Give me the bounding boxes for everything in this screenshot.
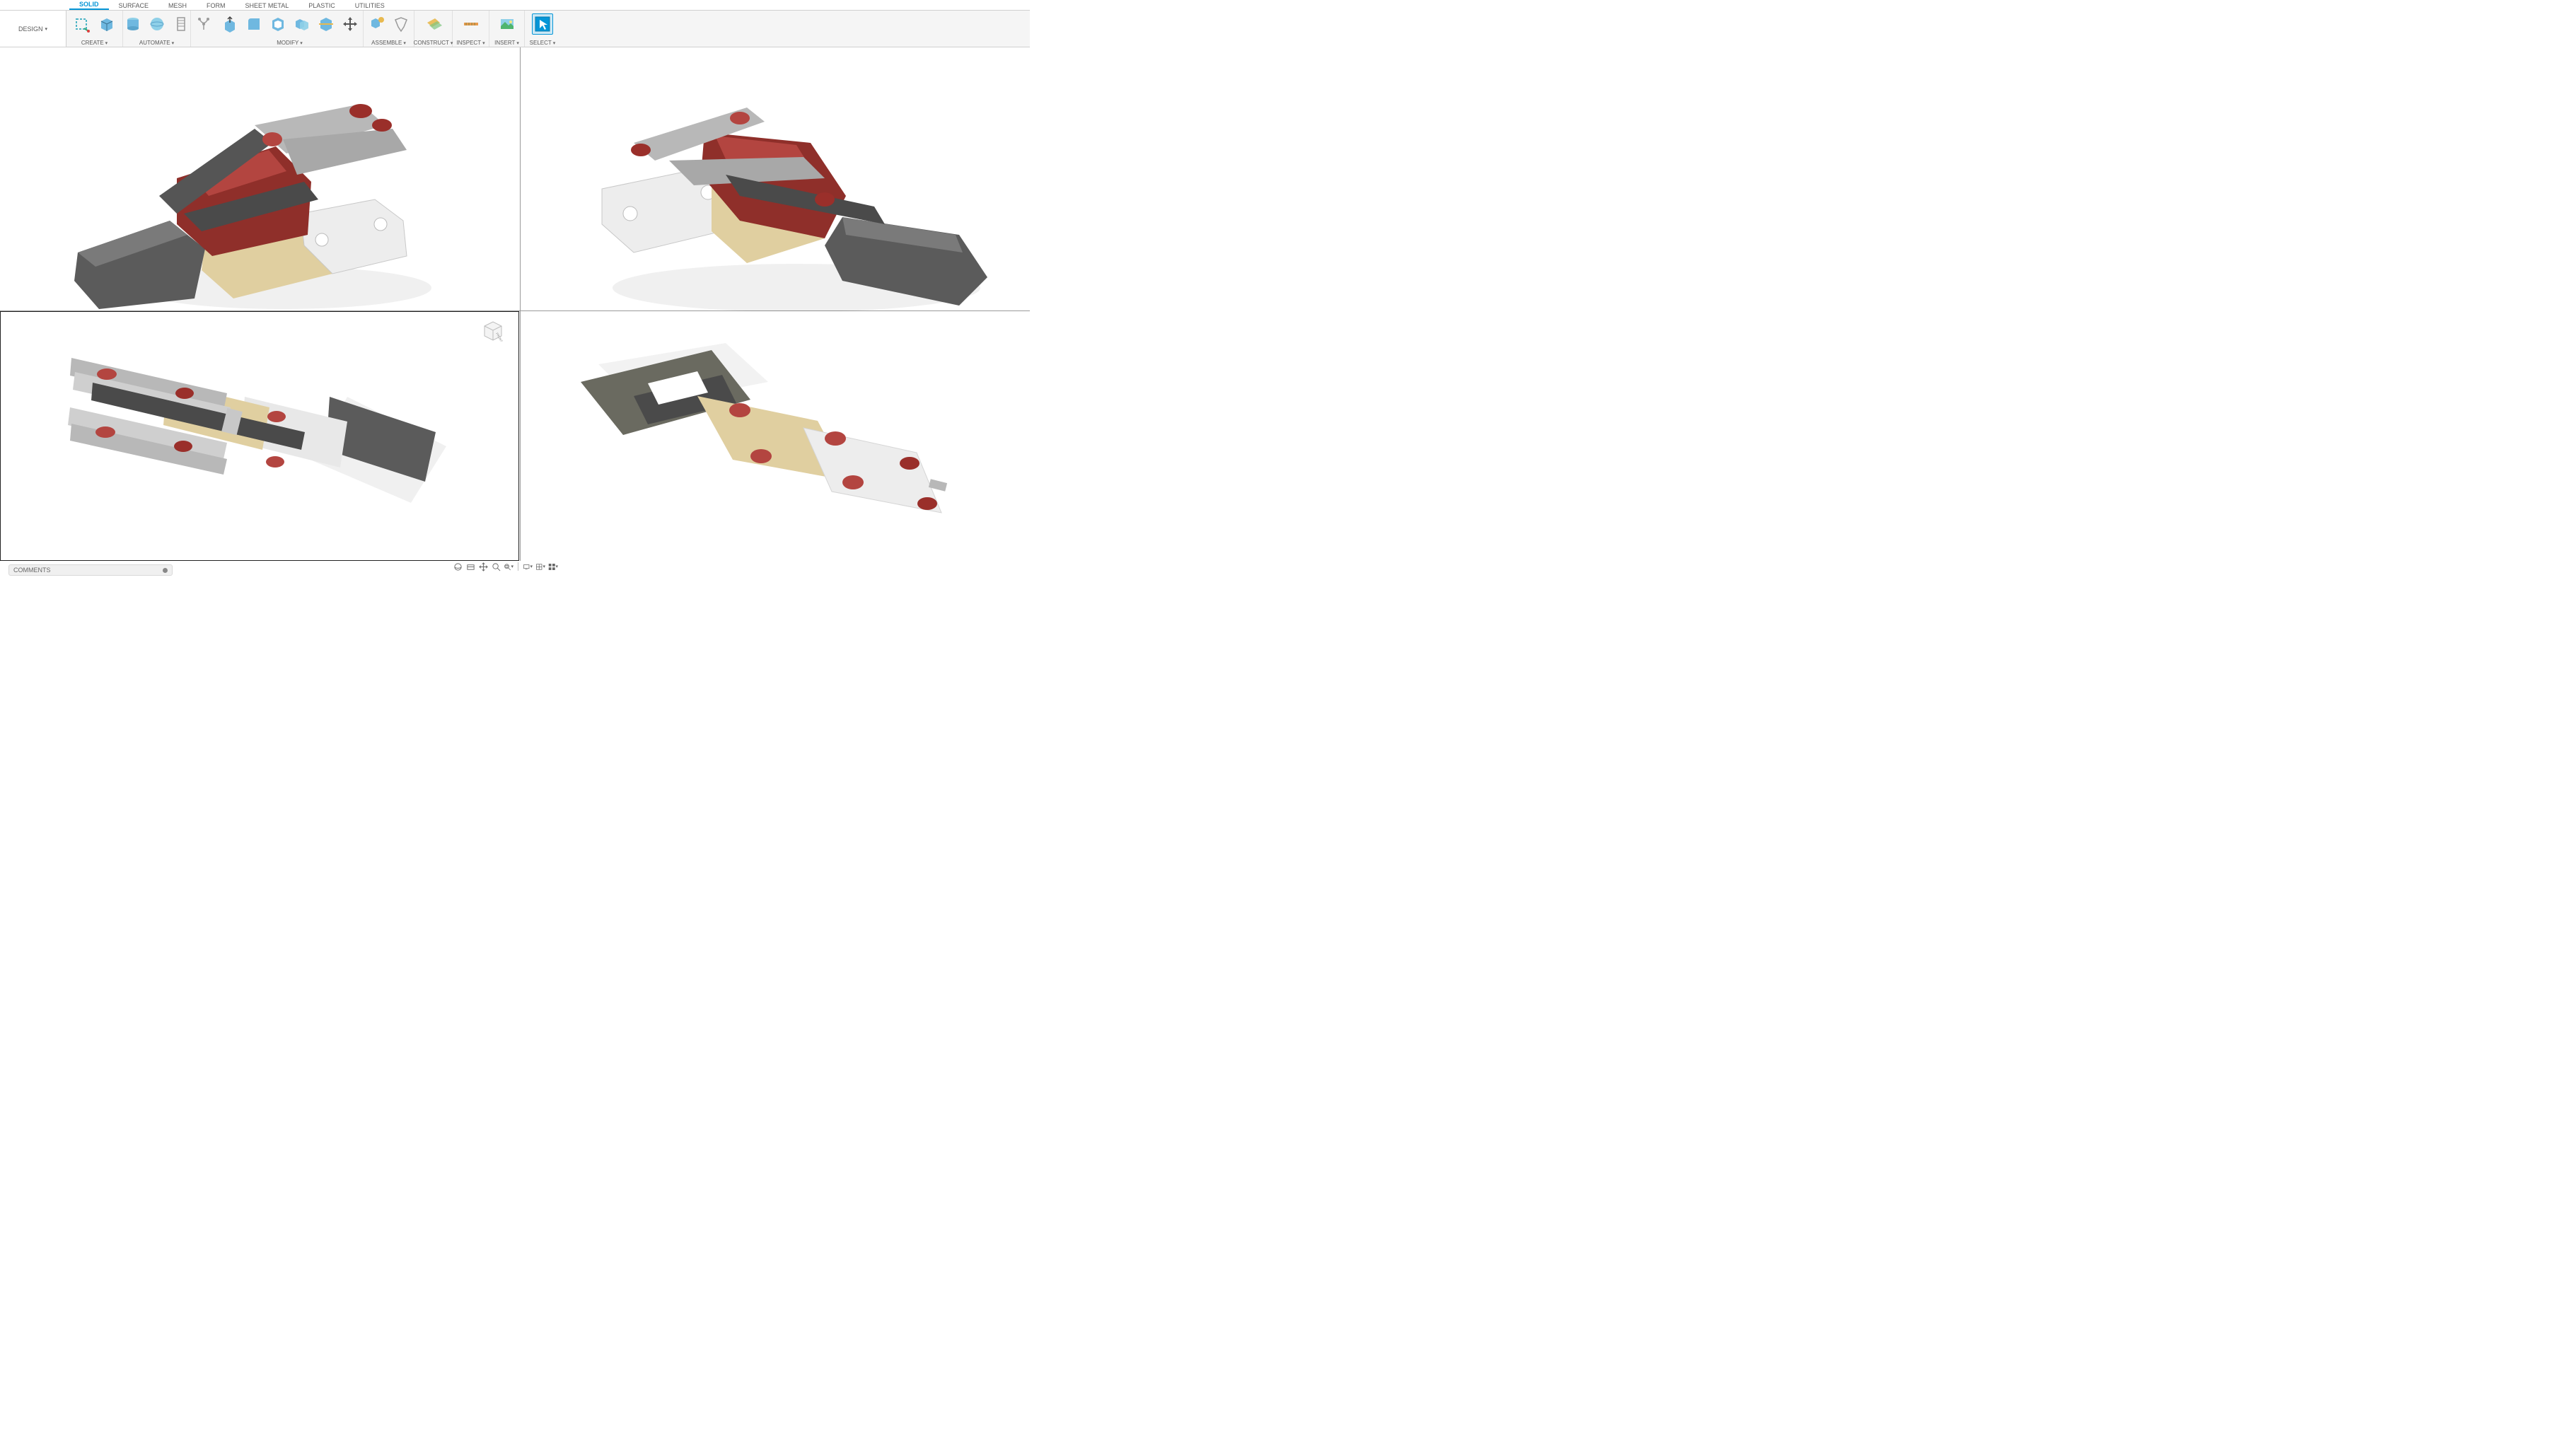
viewport-grid: FRONT [0, 47, 1030, 577]
design-workspace-dropdown[interactable]: DESIGN ▾ [0, 11, 66, 47]
box-icon[interactable] [96, 13, 117, 35]
automate-label[interactable]: AUTOMATE▾ [139, 40, 174, 46]
fillet-icon[interactable] [243, 13, 265, 35]
move-icon[interactable] [340, 13, 361, 35]
comments-options-icon[interactable] [163, 568, 168, 573]
model-bottom-2 [549, 332, 973, 545]
joint-icon[interactable] [366, 13, 388, 35]
shell-icon[interactable] [267, 13, 289, 35]
assemble-label[interactable]: ASSEMBLE▾ [371, 40, 406, 46]
inspect-label[interactable]: INSPECT▾ [456, 40, 485, 46]
zoom-icon[interactable] [491, 562, 501, 571]
split-icon[interactable] [315, 13, 337, 35]
insert-label[interactable]: INSERT▾ [494, 40, 519, 46]
viewport-bottom-left[interactable]: FRONT [0, 311, 519, 561]
viewport-bottom-right[interactable] [521, 311, 1030, 561]
modify-label[interactable]: MODIFY▾ [277, 40, 303, 46]
display-icon[interactable]: ▾ [523, 562, 533, 571]
navigation-toolbar: ▾ ▾ ▾ ▾ [451, 561, 559, 572]
comments-label: COMMENTS [13, 567, 51, 574]
workspace-tabs: SOLID SURFACE MESH FORM SHEET METAL PLAS… [0, 0, 1030, 11]
select-label[interactable]: SELECT▾ [530, 40, 556, 46]
select-icon[interactable] [532, 13, 553, 35]
viewcube[interactable]: FRONT [480, 318, 506, 343]
construct-label[interactable]: CONSTRUCT▾ [414, 40, 453, 46]
press-pull-icon[interactable] [219, 13, 240, 35]
ribbon-toolbar: DESIGN ▾ CREATE▾ AUTOMATE▾ [0, 11, 1030, 47]
measure-icon[interactable] [460, 13, 482, 35]
cylinder-icon[interactable] [122, 13, 144, 35]
group-construct: CONSTRUCT▾ [414, 11, 453, 47]
plane-icon[interactable] [423, 13, 444, 35]
automate-icon[interactable] [193, 13, 214, 35]
tab-utilities[interactable]: UTILITIES [345, 1, 395, 10]
tab-solid[interactable]: SOLID [69, 0, 109, 10]
grid-icon[interactable]: ▾ [535, 562, 545, 571]
sketch-icon[interactable] [72, 13, 93, 35]
sphere-icon[interactable] [146, 13, 168, 35]
pan-icon[interactable] [478, 562, 488, 571]
look-icon[interactable] [465, 562, 475, 571]
combine-icon[interactable] [291, 13, 313, 35]
model-iso-1 [71, 76, 446, 309]
viewport-top-left[interactable] [0, 47, 520, 310]
orbit-icon[interactable] [453, 562, 463, 571]
caret-down-icon: ▾ [45, 26, 48, 32]
group-script [191, 11, 216, 47]
tab-plastic[interactable]: PLASTIC [298, 1, 345, 10]
viewports-icon[interactable]: ▾ [548, 562, 558, 571]
tab-surface[interactable]: SURFACE [109, 1, 159, 10]
comments-panel-header[interactable]: COMMENTS [8, 564, 173, 576]
tab-mesh[interactable]: MESH [158, 1, 197, 10]
fit-icon[interactable]: ▾ [504, 562, 514, 571]
insert-icon[interactable] [497, 13, 518, 35]
tab-sheet-metal[interactable]: SHEET METAL [236, 1, 299, 10]
group-automate: AUTOMATE▾ [123, 11, 191, 47]
model-iso-2 [563, 76, 1002, 316]
coil-icon[interactable] [170, 13, 192, 35]
group-select: SELECT▾ [525, 11, 560, 47]
design-label: DESIGN [18, 25, 43, 33]
tab-form[interactable]: FORM [197, 1, 236, 10]
group-insert: INSERT▾ [489, 11, 525, 47]
viewport-top-right[interactable] [521, 47, 1030, 310]
model-bottom-1 [50, 340, 460, 524]
create-label[interactable]: CREATE▾ [81, 40, 108, 46]
group-create: CREATE▾ [66, 11, 123, 47]
as-built-icon[interactable] [390, 13, 412, 35]
group-assemble: ASSEMBLE▾ [364, 11, 414, 47]
group-inspect: INSPECT▾ [453, 11, 489, 47]
group-modify: MODIFY▾ [216, 11, 364, 47]
